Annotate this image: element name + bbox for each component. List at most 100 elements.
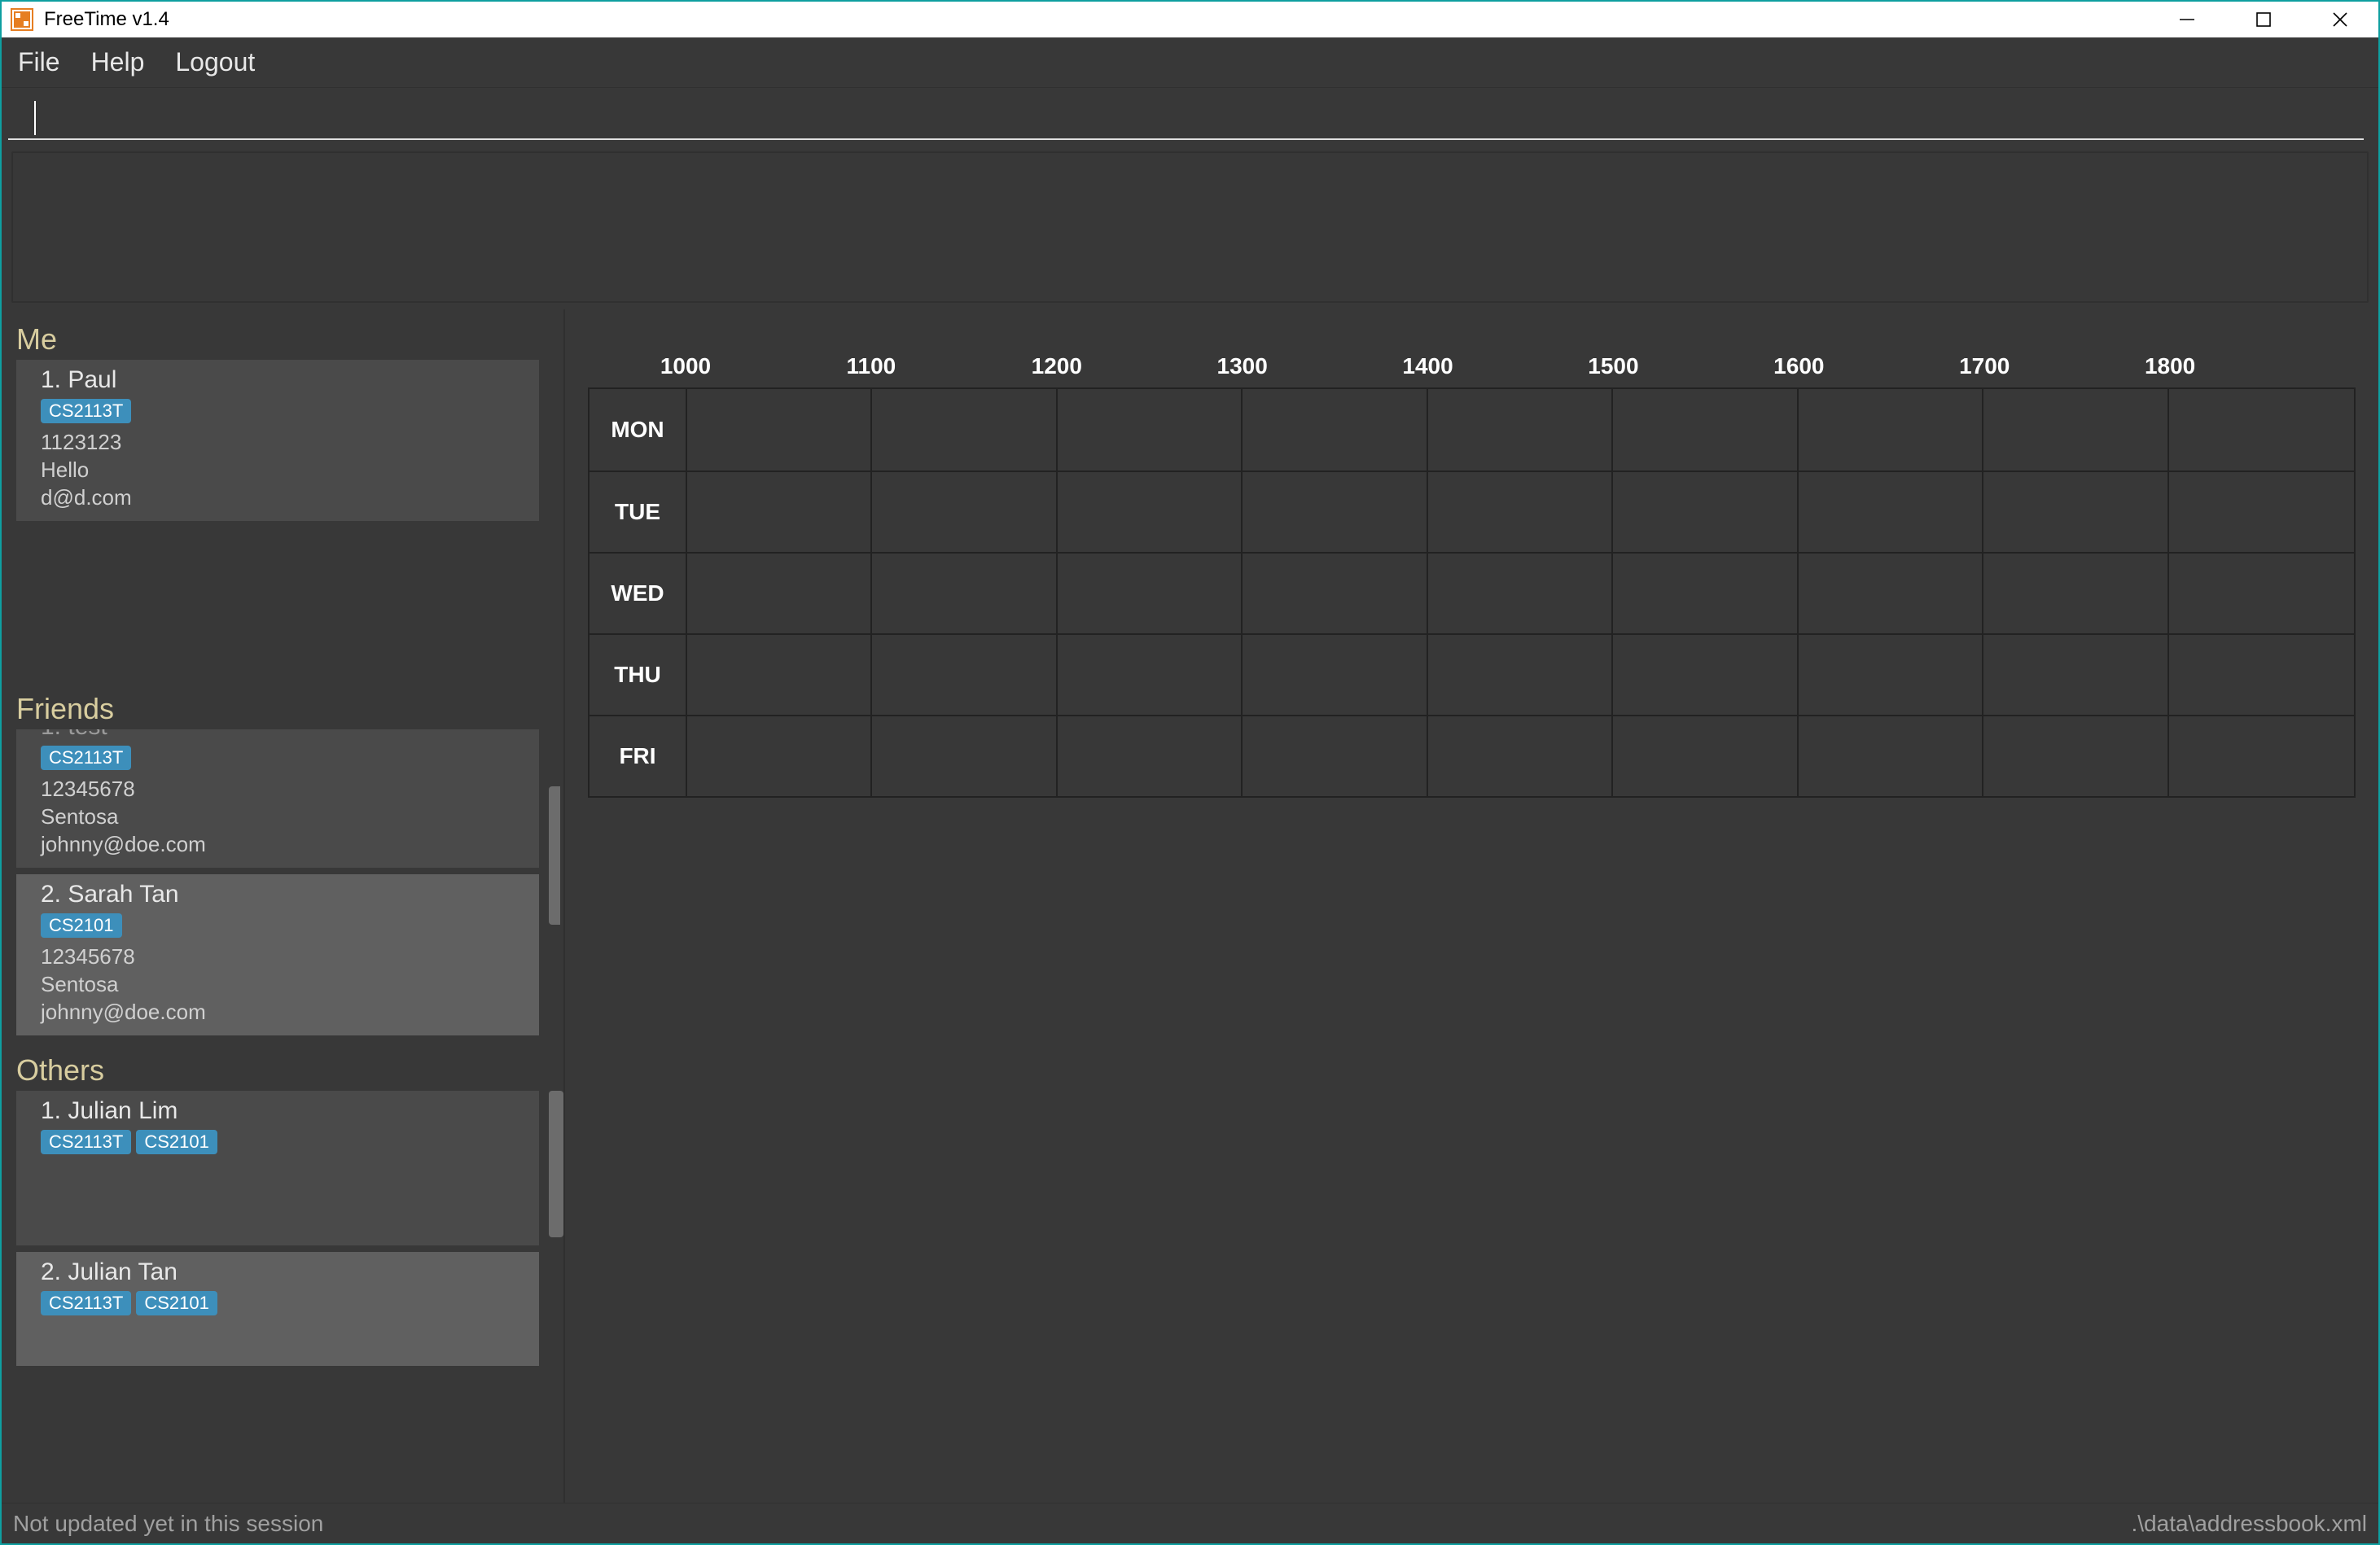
timetable-cell[interactable] xyxy=(1428,633,1613,715)
timetable-hour-label: 1100 xyxy=(778,350,964,387)
person-title: 2. Sarah Tan xyxy=(41,881,526,908)
timetable-cell[interactable] xyxy=(1983,633,2168,715)
timetable-cell[interactable] xyxy=(1613,471,1798,552)
tag-row: CS2113T xyxy=(41,746,526,770)
menu-help[interactable]: Help xyxy=(91,47,145,77)
timetable-hour-label: 1000 xyxy=(593,350,778,387)
timetable-cell[interactable] xyxy=(1799,552,1983,633)
window-title: FreeTime v1.4 xyxy=(44,8,169,31)
timetable-cell[interactable] xyxy=(2169,471,2354,552)
timetable-cell[interactable] xyxy=(2169,715,2354,796)
timetable-cell[interactable] xyxy=(1243,715,1427,796)
timetable-cell[interactable] xyxy=(2169,389,2354,471)
timetable-panel: 100011001200130014001500160017001800 MON… xyxy=(565,309,2378,1503)
timetable-cell[interactable] xyxy=(1799,389,1983,471)
timetable-cell[interactable] xyxy=(687,633,872,715)
timetable-cell[interactable] xyxy=(1058,471,1243,552)
tag: CS2113T xyxy=(41,746,131,770)
timetable-cell[interactable] xyxy=(1983,552,2168,633)
timetable-hour-label: 1300 xyxy=(1150,350,1335,387)
me-list: 1. PaulCS2113T1123123Hellod@d.com xyxy=(16,360,560,521)
timetable-row: MON xyxy=(590,389,2354,471)
timetable-cell[interactable] xyxy=(872,389,1057,471)
timetable-cell[interactable] xyxy=(1243,633,1427,715)
timetable-cell[interactable] xyxy=(2169,633,2354,715)
person-card[interactable]: 1. testCS2113T12345678Sentosajohnny@doe.… xyxy=(16,729,539,868)
card-detail: 1123123 xyxy=(41,428,526,456)
timetable-cell[interactable] xyxy=(1428,715,1613,796)
timetable-row: FRI xyxy=(590,715,2354,796)
menu-logout[interactable]: Logout xyxy=(175,47,255,77)
timetable-day-label: FRI xyxy=(590,715,687,796)
timetable-cell[interactable] xyxy=(1799,715,1983,796)
timetable-cell[interactable] xyxy=(872,471,1057,552)
timetable-cell[interactable] xyxy=(1613,633,1798,715)
others-list: 1. Julian LimCS2113TCS21012. Julian TanC… xyxy=(16,1091,560,1366)
timetable-cell[interactable] xyxy=(1613,552,1798,633)
tag: CS2101 xyxy=(136,1130,217,1154)
timetable-cell[interactable] xyxy=(687,715,872,796)
titlebar: FreeTime v1.4 xyxy=(2,2,2378,37)
timetable: 100011001200130014001500160017001800 MON… xyxy=(588,350,2356,798)
person-card[interactable]: 1. Julian Lim CS2113TCS2101 xyxy=(16,1091,539,1245)
status-message: Not updated yet in this session xyxy=(13,1511,323,1537)
timetable-cell[interactable] xyxy=(1058,715,1243,796)
timetable-hour-label: 1700 xyxy=(1891,350,2077,387)
app-icon xyxy=(8,6,36,33)
timetable-cell[interactable] xyxy=(687,389,872,471)
timetable-cell[interactable] xyxy=(1243,389,1427,471)
tag-row: CS2113TCS2101 xyxy=(41,1130,526,1154)
timetable-cell[interactable] xyxy=(872,715,1057,796)
card-detail: johnny@doe.com xyxy=(41,830,526,858)
timetable-cell[interactable] xyxy=(687,471,872,552)
timetable-cell[interactable] xyxy=(1243,471,1427,552)
timetable-cell[interactable] xyxy=(1613,715,1798,796)
section-heading-friends: Friends xyxy=(16,692,560,726)
timetable-cell[interactable] xyxy=(1983,389,2168,471)
timetable-cell[interactable] xyxy=(1983,715,2168,796)
person-title: 1. Julian Lim xyxy=(41,1097,526,1125)
section-friends: Friends 1. test CS2113T 12345678 Sentosajoh… xyxy=(16,687,560,1037)
timetable-cell[interactable] xyxy=(1058,633,1243,715)
person-title: 1. test xyxy=(41,729,526,741)
timetable-row: TUE xyxy=(590,471,2354,552)
timetable-cell[interactable] xyxy=(1428,552,1613,633)
person-card[interactable]: 1. PaulCS2113T1123123Hellod@d.com xyxy=(16,360,539,521)
timetable-cell[interactable] xyxy=(1983,471,2168,552)
card-detail: 12345678 xyxy=(41,943,526,970)
maximize-button[interactable] xyxy=(2225,2,2302,37)
timetable-cell[interactable] xyxy=(2169,552,2354,633)
timetable-cell[interactable] xyxy=(1058,552,1243,633)
timetable-cell[interactable] xyxy=(1799,633,1983,715)
person-card[interactable]: 2. Sarah TanCS210112345678Sentosajohnny@… xyxy=(16,874,539,1035)
timetable-cell[interactable] xyxy=(1799,471,1983,552)
timetable-cell[interactable] xyxy=(872,633,1057,715)
timetable-hour-label: 1600 xyxy=(1706,350,1891,387)
minimize-button[interactable] xyxy=(2149,2,2225,37)
timetable-row: WED xyxy=(590,552,2354,633)
io-area xyxy=(2,88,2378,309)
friends-scrollbar[interactable] xyxy=(549,786,560,925)
timetable-hour-label: 1500 xyxy=(1520,350,1706,387)
person-title: 1. Paul xyxy=(41,366,526,394)
timetable-hour-label: 1400 xyxy=(1335,350,1521,387)
timetable-cell[interactable] xyxy=(687,552,872,633)
timetable-cell[interactable] xyxy=(1428,471,1613,552)
timetable-cell[interactable] xyxy=(872,552,1057,633)
timetable-cell[interactable] xyxy=(1058,389,1243,471)
window-controls xyxy=(2149,2,2378,37)
command-input[interactable] xyxy=(8,93,2364,140)
timetable-hour-label: 1800 xyxy=(2077,350,2263,387)
tag-row: CS2113TCS2101 xyxy=(41,1291,526,1315)
text-caret xyxy=(34,101,36,135)
close-button[interactable] xyxy=(2302,2,2378,37)
others-scrollbar[interactable] xyxy=(549,1091,563,1237)
timetable-cell[interactable] xyxy=(1613,389,1798,471)
timetable-cell[interactable] xyxy=(1428,389,1613,471)
tag: CS2113T xyxy=(41,399,131,423)
timetable-day-label: WED xyxy=(590,552,687,633)
timetable-cell[interactable] xyxy=(1243,552,1427,633)
person-card[interactable]: 2. Julian TanCS2113TCS2101 xyxy=(16,1252,539,1366)
menu-file[interactable]: File xyxy=(18,47,60,77)
card-detail: Sentosa xyxy=(41,803,526,830)
